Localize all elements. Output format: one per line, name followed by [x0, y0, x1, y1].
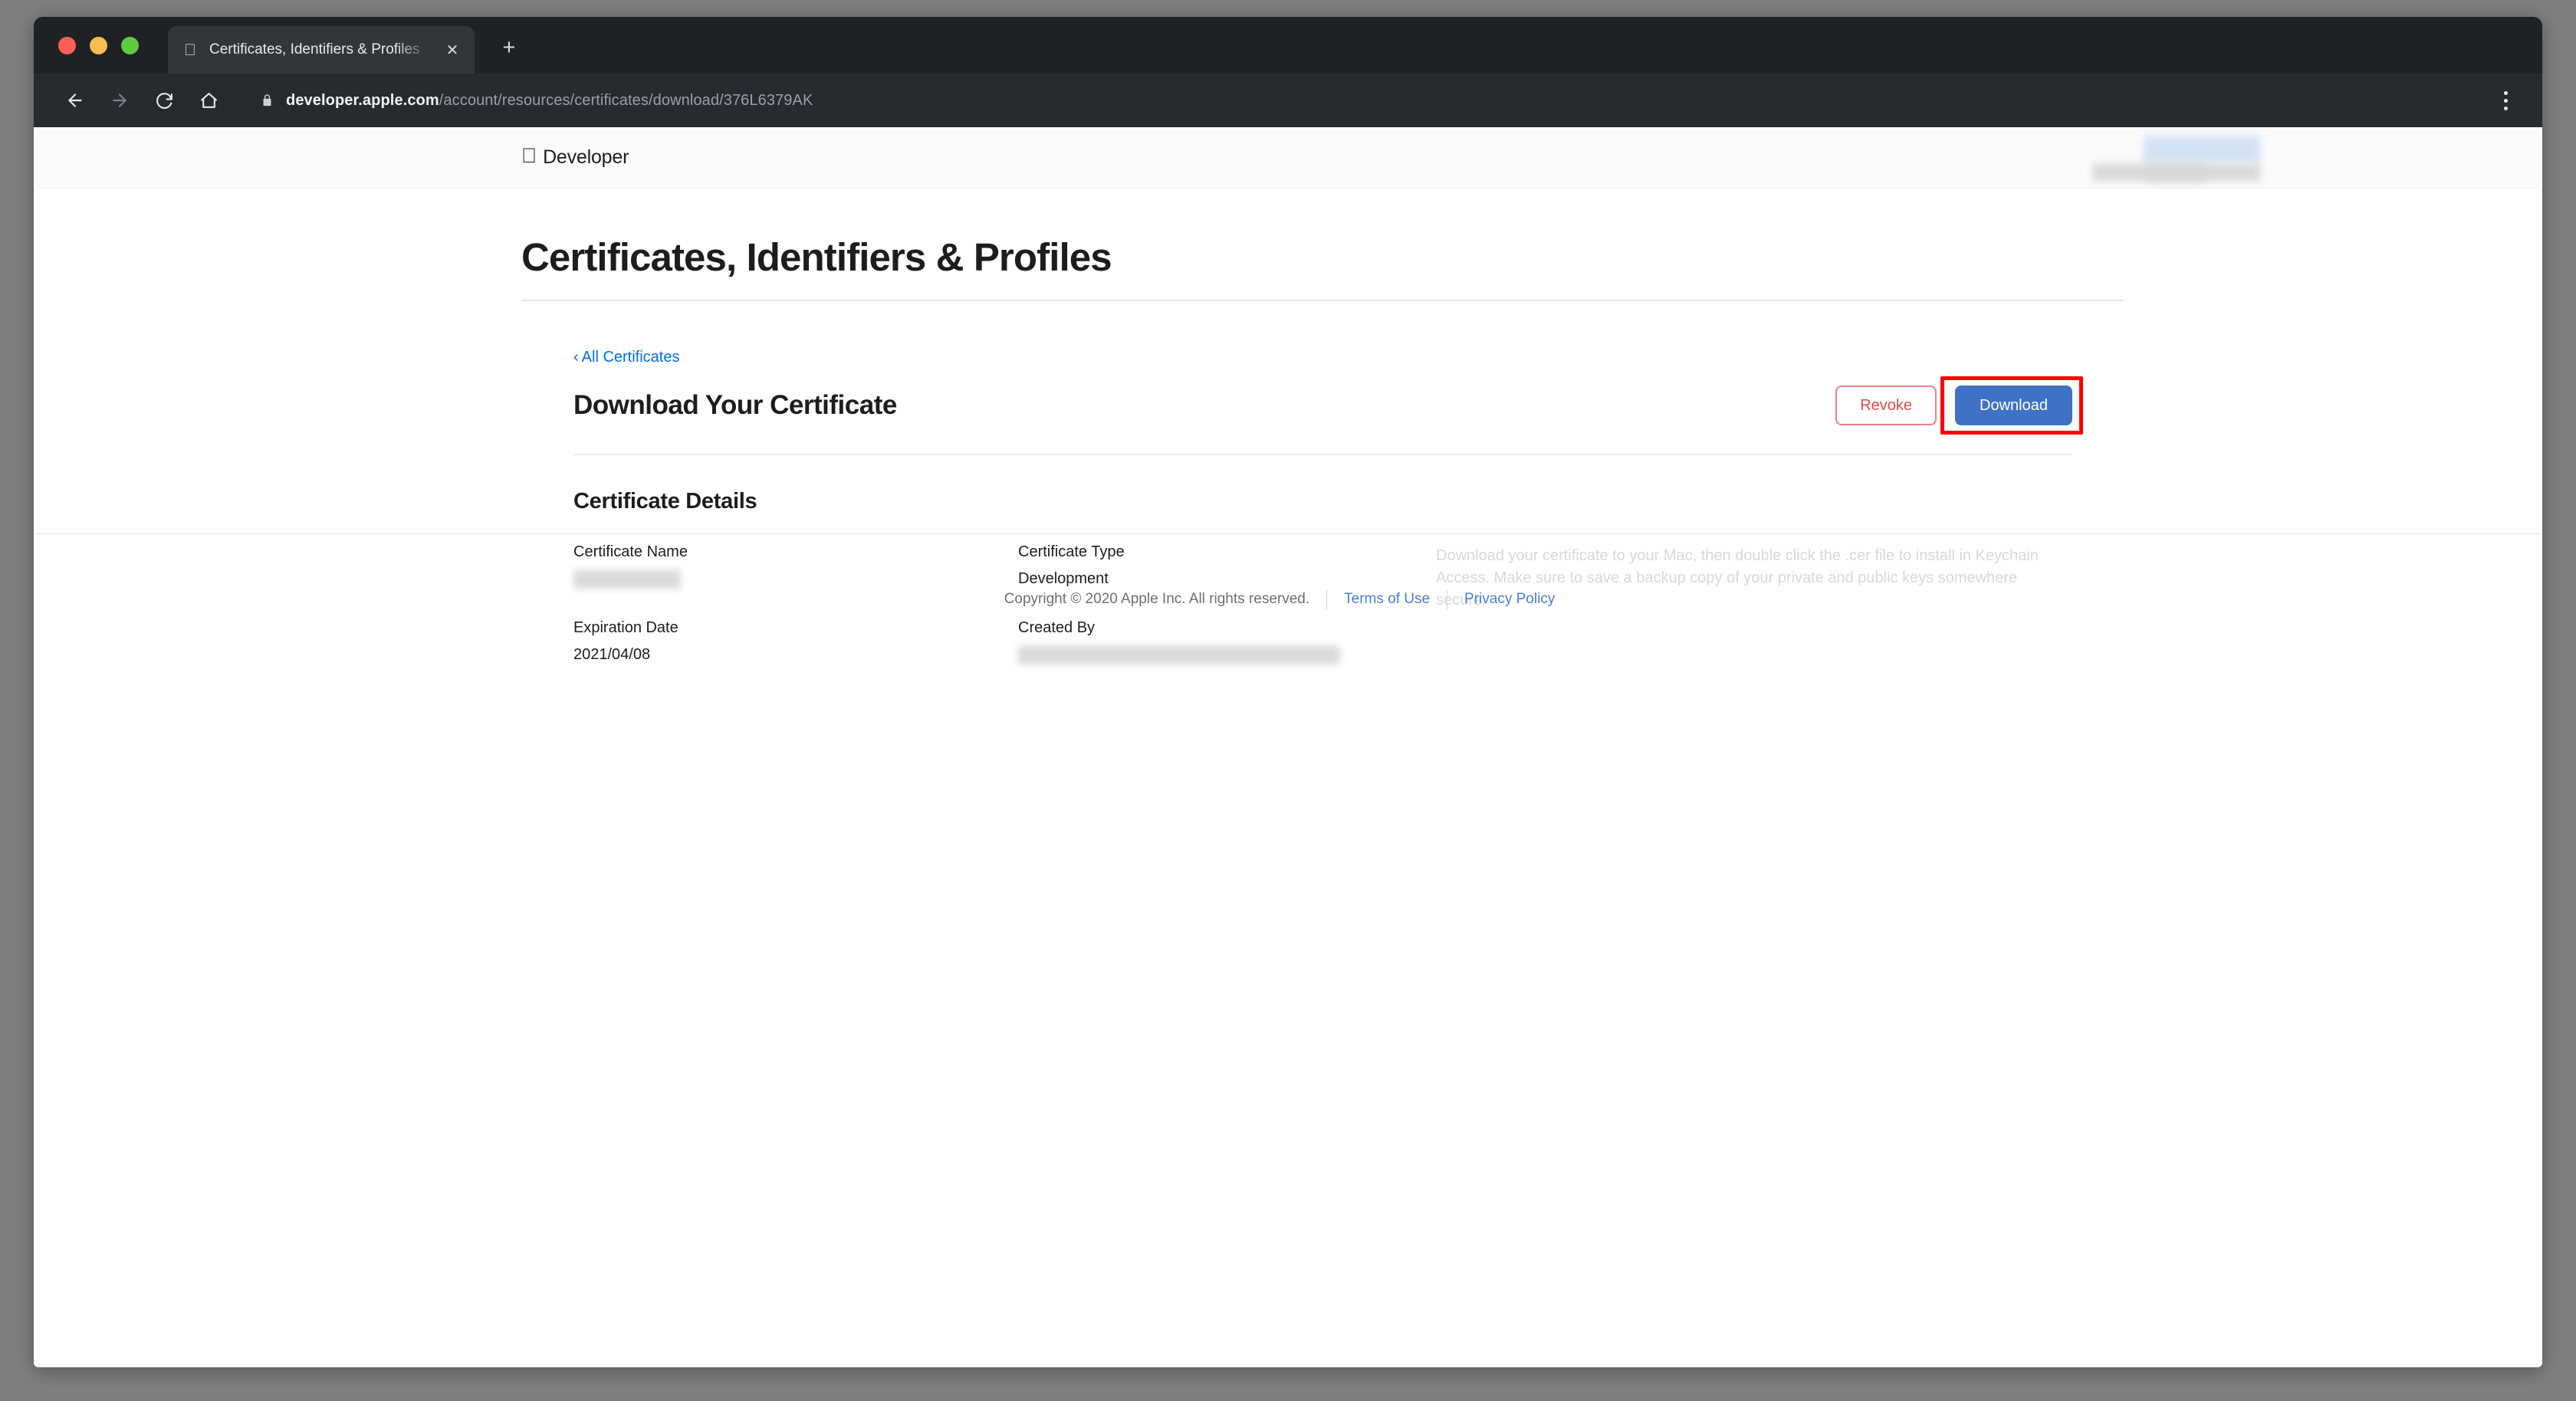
page-footer: Copyright © 2020 Apple Inc. All rights r… — [34, 533, 2542, 664]
apple-icon:  — [182, 41, 199, 58]
chevron-left-icon: ‹ — [573, 349, 579, 366]
address-bar[interactable]: developer.apple.com/account/resources/ce… — [245, 82, 2473, 119]
minimize-window-button[interactable] — [90, 37, 107, 54]
revoke-button[interactable]: Revoke — [1835, 386, 1937, 425]
privacy-policy-link[interactable]: Privacy Policy — [1447, 591, 1572, 608]
back-arrow-icon[interactable] — [55, 80, 95, 120]
page-title: Certificates, Identifiers & Profiles — [521, 235, 1112, 279]
window-traffic-lights — [58, 37, 139, 54]
breadcrumb-label: All Certificates — [581, 349, 680, 366]
browser-window:  Certificates, Identifiers & Profiles ✕… — [34, 17, 2542, 1367]
certificate-details-heading: Certificate Details — [573, 489, 757, 513]
apple-developer-logo[interactable]:  Developer — [521, 146, 629, 169]
three-dot-menu-icon[interactable] — [2486, 80, 2525, 120]
lock-icon — [261, 93, 274, 108]
maximize-window-button[interactable] — [121, 37, 139, 54]
browser-toolbar: developer.apple.com/account/resources/ce… — [34, 74, 2542, 127]
url-path: /account/resources/certificates/download… — [439, 91, 813, 109]
close-window-button[interactable] — [58, 37, 76, 54]
browser-tab[interactable]:  Certificates, Identifiers & Profiles ✕ — [168, 26, 475, 74]
browser-tab-strip:  Certificates, Identifiers & Profiles ✕… — [34, 17, 2542, 74]
url-text: developer.apple.com/account/resources/ce… — [286, 92, 813, 110]
site-global-nav:  Developer — [34, 127, 2542, 189]
breadcrumb-all-certificates[interactable]: ‹ All Certificates — [573, 349, 679, 366]
close-icon[interactable]: ✕ — [441, 38, 464, 61]
terms-of-use-link[interactable]: Terms of Use — [1327, 591, 1447, 608]
copyright-text: Copyright © 2020 Apple Inc. All rights r… — [1004, 591, 1310, 607]
footer-content: Copyright © 2020 Apple Inc. All rights r… — [1004, 589, 1572, 609]
action-buttons: Revoke Download — [1835, 376, 2083, 435]
page-body: Certificates, Identifiers & Profiles ‹ Al… — [34, 235, 2542, 664]
reload-icon[interactable] — [144, 80, 184, 120]
download-button[interactable]: Download — [1955, 386, 2072, 425]
page-viewport:  Developer Certificates, Identifiers & … — [34, 127, 2542, 1367]
new-tab-button[interactable]: + — [494, 32, 524, 63]
url-host: developer.apple.com — [286, 91, 439, 109]
section-divider — [573, 454, 2072, 455]
home-icon[interactable] — [189, 80, 228, 120]
section-header-row: Download Your Certificate Revoke Downloa… — [573, 376, 2083, 435]
account-team-redaction — [2144, 136, 2260, 162]
developer-wordmark: Developer — [527, 146, 629, 168]
browser-tab-title: Certificates, Identifiers & Profiles — [209, 41, 420, 57]
apple-logo-icon:  — [521, 146, 537, 166]
account-info-redacted[interactable] — [2093, 127, 2397, 189]
section-title: Download Your Certificate — [573, 390, 897, 420]
account-team-name-redaction — [2145, 164, 2260, 181]
forward-arrow-icon[interactable] — [100, 80, 140, 120]
